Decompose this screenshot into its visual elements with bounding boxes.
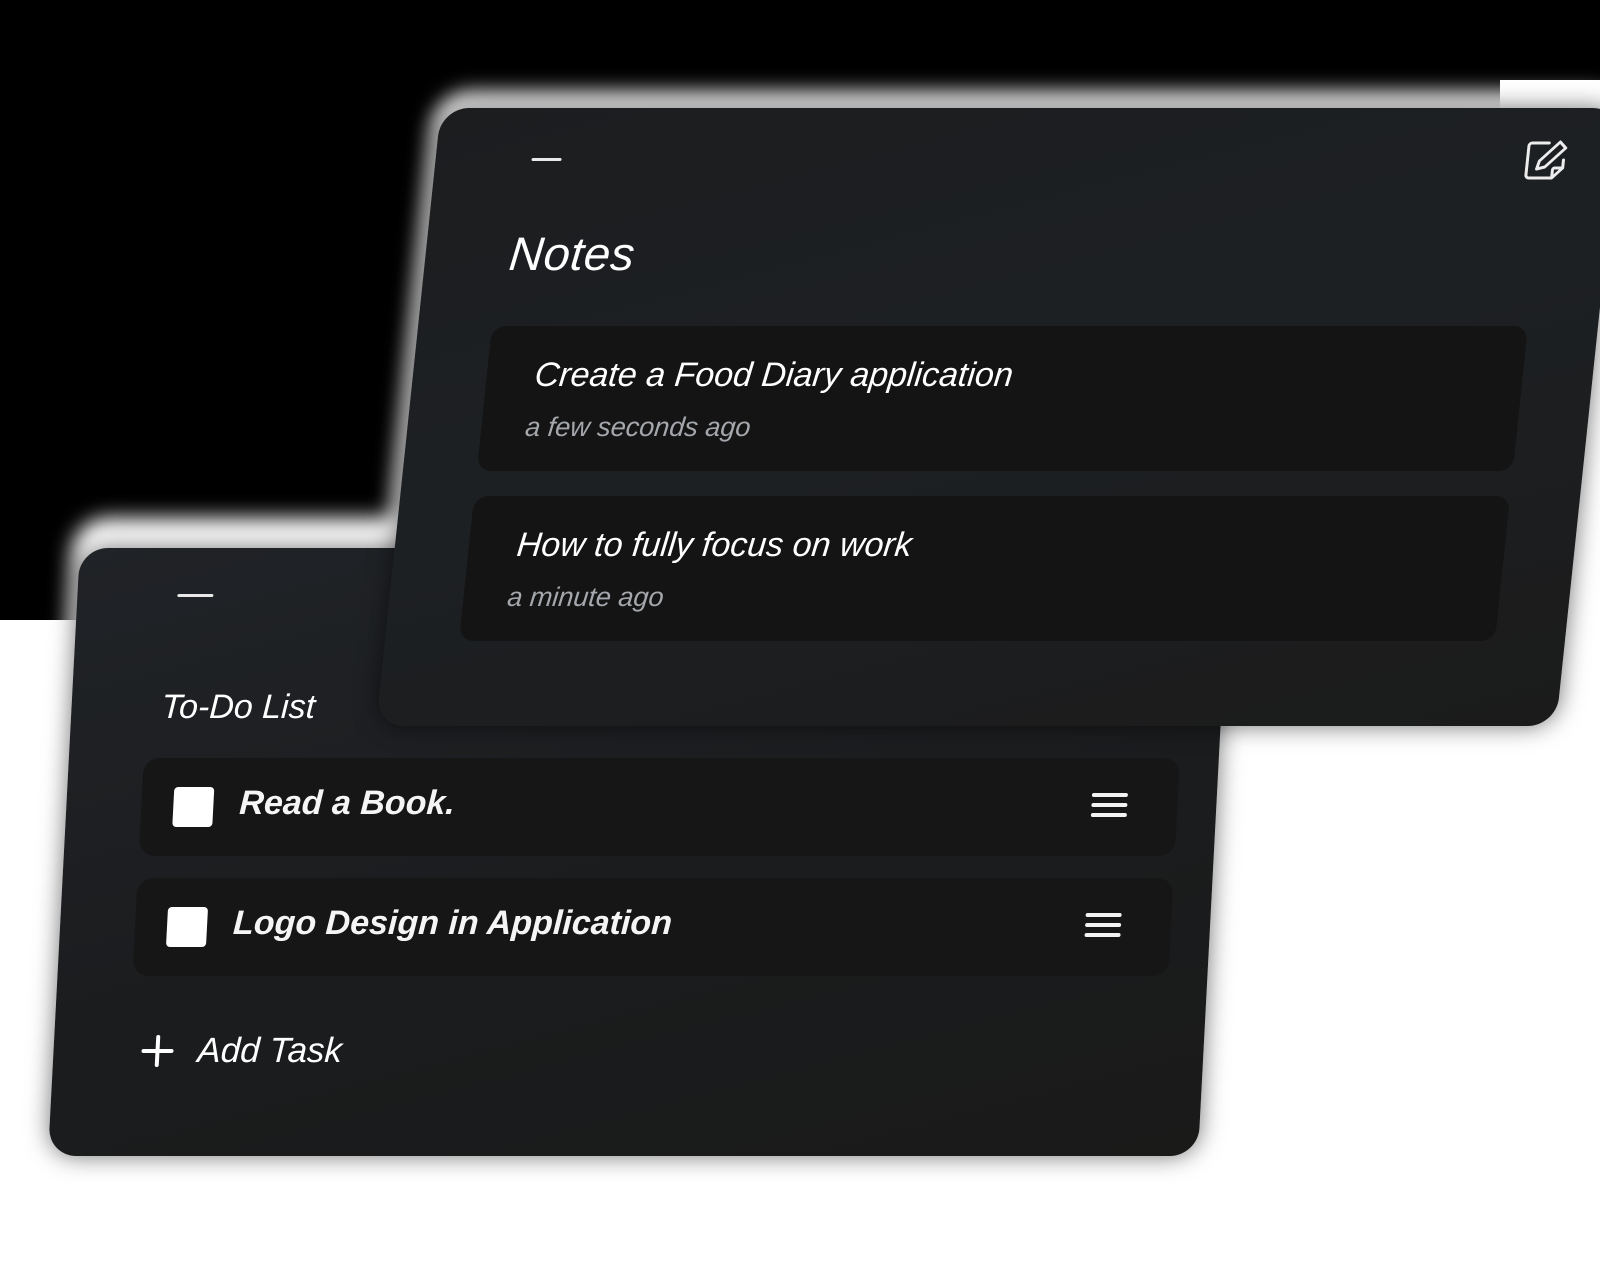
notes-panel: Notes Create a Food Diary application a … [376,108,1600,726]
todo-item[interactable]: Read a Book. [138,758,1180,856]
todo-item[interactable]: Logo Design in Application [132,878,1174,976]
notes-title: Notes [506,227,638,280]
edit-note-icon[interactable] [1521,138,1570,182]
stage: To-Do List Read a Book. Logo Design in A… [0,0,1600,1265]
note-item[interactable]: How to fully focus on work a minute ago [458,496,1511,641]
todo-checkbox[interactable] [165,907,209,947]
todo-checkbox[interactable] [172,787,215,827]
todo-item-label: Logo Design in Application [232,904,674,942]
note-title: Create a Food Diary application [532,356,1016,394]
todo-minimize-icon[interactable] [177,594,214,597]
note-timestamp: a minute ago [505,582,666,612]
drag-handle-icon[interactable] [1090,793,1129,819]
plus-icon [141,1035,175,1067]
note-timestamp: a few seconds ago [523,412,753,442]
add-task-button[interactable]: Add Task [140,1026,344,1076]
note-title: How to fully focus on work [515,526,914,564]
note-item[interactable]: Create a Food Diary application a few se… [476,326,1529,471]
add-task-label: Add Task [196,1031,344,1070]
todo-title: To-Do List [160,688,317,726]
todo-item-label: Read a Book. [238,784,456,822]
notes-minimize-icon[interactable] [531,158,562,161]
drag-handle-icon[interactable] [1084,913,1122,939]
